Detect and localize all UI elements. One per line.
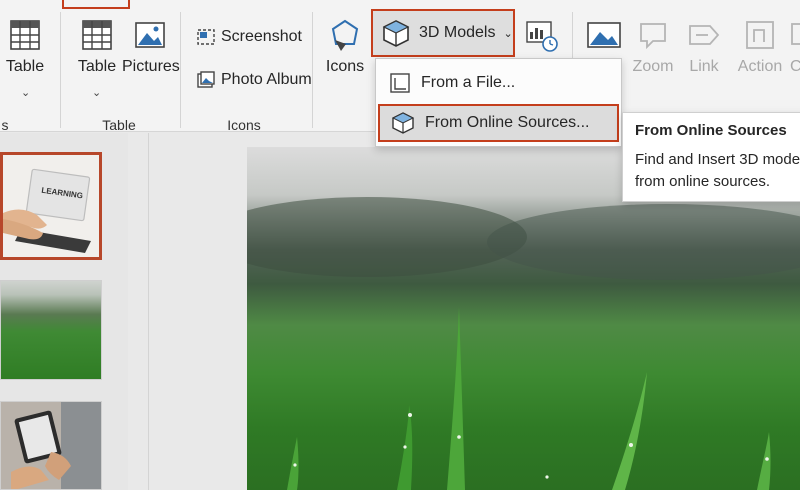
- menu-item-from-online-sources[interactable]: From Online Sources...: [378, 104, 619, 142]
- chevron-down-icon[interactable]: ⌄: [21, 86, 30, 99]
- link-label: Link: [689, 58, 719, 75]
- menu-item-label: From a File...: [421, 74, 516, 91]
- menu-item-label: From Online Sources...: [425, 114, 590, 131]
- panel-separator: [148, 133, 149, 490]
- table-icon: [10, 20, 40, 50]
- slide-thumbnail[interactable]: LEARNING: [0, 152, 102, 260]
- smartart-button[interactable]: [522, 18, 562, 60]
- action-button[interactable]: Action: [734, 18, 786, 76]
- slide-image: LEARNING: [3, 155, 99, 257]
- group-separator: [180, 12, 181, 128]
- pictures-label: Pictures: [122, 58, 180, 75]
- picture-button[interactable]: [584, 18, 624, 58]
- group-label-tables: Table: [102, 117, 136, 133]
- picture-icon: [587, 22, 621, 48]
- icons-label: Icons: [325, 58, 365, 75]
- comment-label-partial: C: [790, 58, 800, 75]
- zoom-icon: [640, 23, 666, 50]
- chevron-down-icon[interactable]: ⌄: [92, 86, 101, 99]
- photo-album-icon: [197, 71, 215, 88]
- table-icon: [82, 20, 112, 50]
- file-3d-icon: [390, 73, 410, 93]
- photo-album-button[interactable]: Photo Album: [196, 67, 312, 93]
- icons-button[interactable]: Icons: [320, 18, 370, 76]
- chevron-down-icon: ⌄: [503, 27, 513, 40]
- tooltip-description-line2: from online sources.: [635, 173, 771, 190]
- group-label-images: Icons: [227, 117, 261, 133]
- photo-album-label: Photo Album: [221, 71, 312, 88]
- table-left-label: Table: [5, 58, 45, 75]
- shapes-icon: [331, 19, 359, 51]
- chart-clock-icon: [526, 21, 558, 52]
- table-button[interactable]: Table: [74, 18, 120, 76]
- slide-image: [1, 402, 101, 489]
- table-button-left[interactable]: Table: [0, 18, 50, 76]
- tooltip: From Online Sources Find and Insert 3D m…: [622, 112, 800, 202]
- screenshot-button[interactable]: Screenshot: [196, 24, 302, 50]
- active-tab-indicator: [62, 0, 130, 9]
- cube-icon: [391, 112, 415, 134]
- group-separator: [312, 12, 313, 128]
- action-icon: [746, 21, 774, 49]
- screenshot-icon: [197, 29, 215, 45]
- cube-icon: [382, 20, 410, 47]
- slide-thumbnails-panel: LEARNING: [0, 133, 128, 490]
- link-icon: [689, 25, 720, 45]
- 3d-models-button[interactable]: 3D Models ⌄: [371, 9, 515, 57]
- link-button[interactable]: Link: [682, 18, 726, 76]
- comment-button-partial[interactable]: C: [790, 18, 800, 76]
- tooltip-description-line1: Find and Insert 3D mode: [635, 151, 800, 168]
- group-label-edge: s: [1, 117, 9, 133]
- picture-icon: [135, 22, 165, 48]
- pictures-button[interactable]: Pictures: [122, 18, 180, 76]
- action-label: Action: [737, 58, 783, 75]
- slide-thumbnail[interactable]: [0, 280, 102, 380]
- slide-image: [1, 281, 101, 379]
- comment-icon: [791, 23, 800, 45]
- zoom-label: Zoom: [632, 58, 674, 75]
- screenshot-label: Screenshot: [221, 28, 302, 45]
- 3d-models-dropdown: From a File... From Online Sources...: [375, 58, 622, 147]
- menu-item-from-file[interactable]: From a File...: [378, 64, 619, 102]
- tooltip-title: From Online Sources: [635, 122, 787, 139]
- group-separator: [60, 12, 61, 128]
- slide-thumbnail[interactable]: [0, 401, 102, 490]
- table-label: Table: [77, 58, 117, 75]
- zoom-button[interactable]: Zoom: [630, 18, 676, 76]
- 3d-models-label: 3D Models: [419, 24, 496, 41]
